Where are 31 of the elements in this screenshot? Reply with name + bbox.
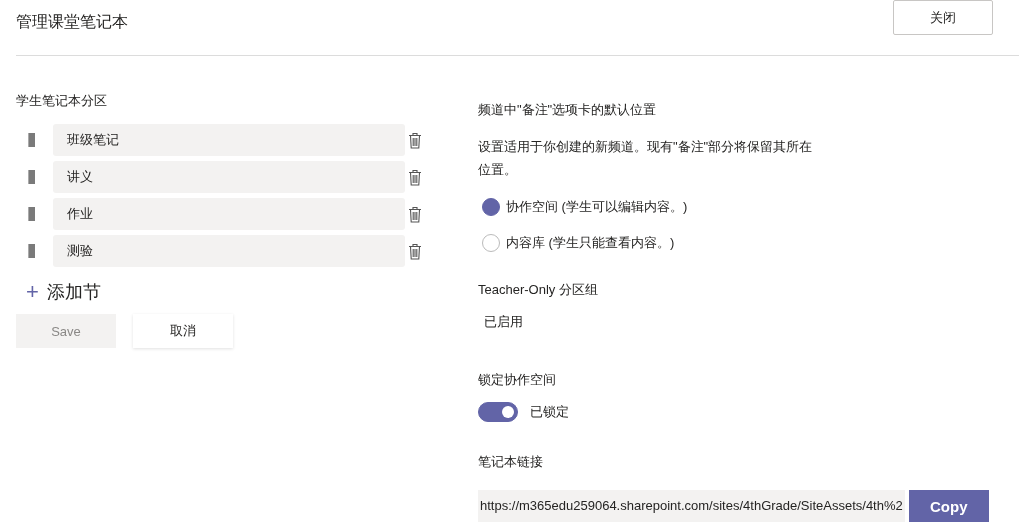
copy-button[interactable]: Copy (908, 490, 989, 522)
setting-heading: 笔记本链接 (478, 453, 544, 471)
trash-icon[interactable] (408, 242, 422, 260)
setting-description: 设置适用于你创建的新频道。现有"备注"部分将保留其所在位置。 (478, 138, 814, 179)
link-field[interactable]: https://m365edu259064.sharepoint.com/sites/4thGrade/SiteAssets/4th%2 (478, 490, 905, 522)
radio-option[interactable]: 内容库 (学生只能查看内容。) (482, 231, 1019, 255)
setting-heading: 频道中"备注"选项卡的默认位置 (478, 101, 658, 119)
toggle-label: 已锁定 (530, 403, 569, 421)
trash-icon[interactable] (408, 131, 422, 149)
drag-handle-icon[interactable] (28, 207, 35, 221)
drag-handle-icon[interactable] (28, 133, 35, 147)
drag-handle-icon[interactable] (28, 170, 35, 184)
toggle-switch[interactable] (478, 402, 518, 422)
close-button[interactable]: 关闭 (893, 0, 993, 35)
setting-heading: Teacher-Only 分区组 (478, 281, 599, 299)
setting-heading: 锁定协作空间 (478, 371, 557, 389)
page-title: 管理课堂笔记本 (16, 12, 128, 32)
trash-icon[interactable] (408, 168, 422, 186)
drag-handle-icon[interactable] (28, 244, 35, 258)
status-text: 已启用 (484, 313, 524, 331)
section-heading: 学生笔记本分区 (16, 92, 108, 110)
radio-icon[interactable] (482, 198, 500, 216)
section-name-field[interactable]: 讲义 (53, 161, 405, 193)
section-name-field[interactable]: 班级笔记 (53, 124, 405, 156)
section-name-field[interactable]: 测验 (53, 235, 405, 267)
cancel-button[interactable]: 取消 (133, 314, 233, 348)
add-section-button[interactable]: + 添加节 (16, 279, 101, 305)
radio-icon[interactable] (482, 234, 500, 252)
trash-icon[interactable] (408, 205, 422, 223)
section-name-field[interactable]: 作业 (53, 198, 405, 230)
radio-option[interactable]: 协作空间 (学生可以编辑内容。) (482, 195, 1019, 219)
